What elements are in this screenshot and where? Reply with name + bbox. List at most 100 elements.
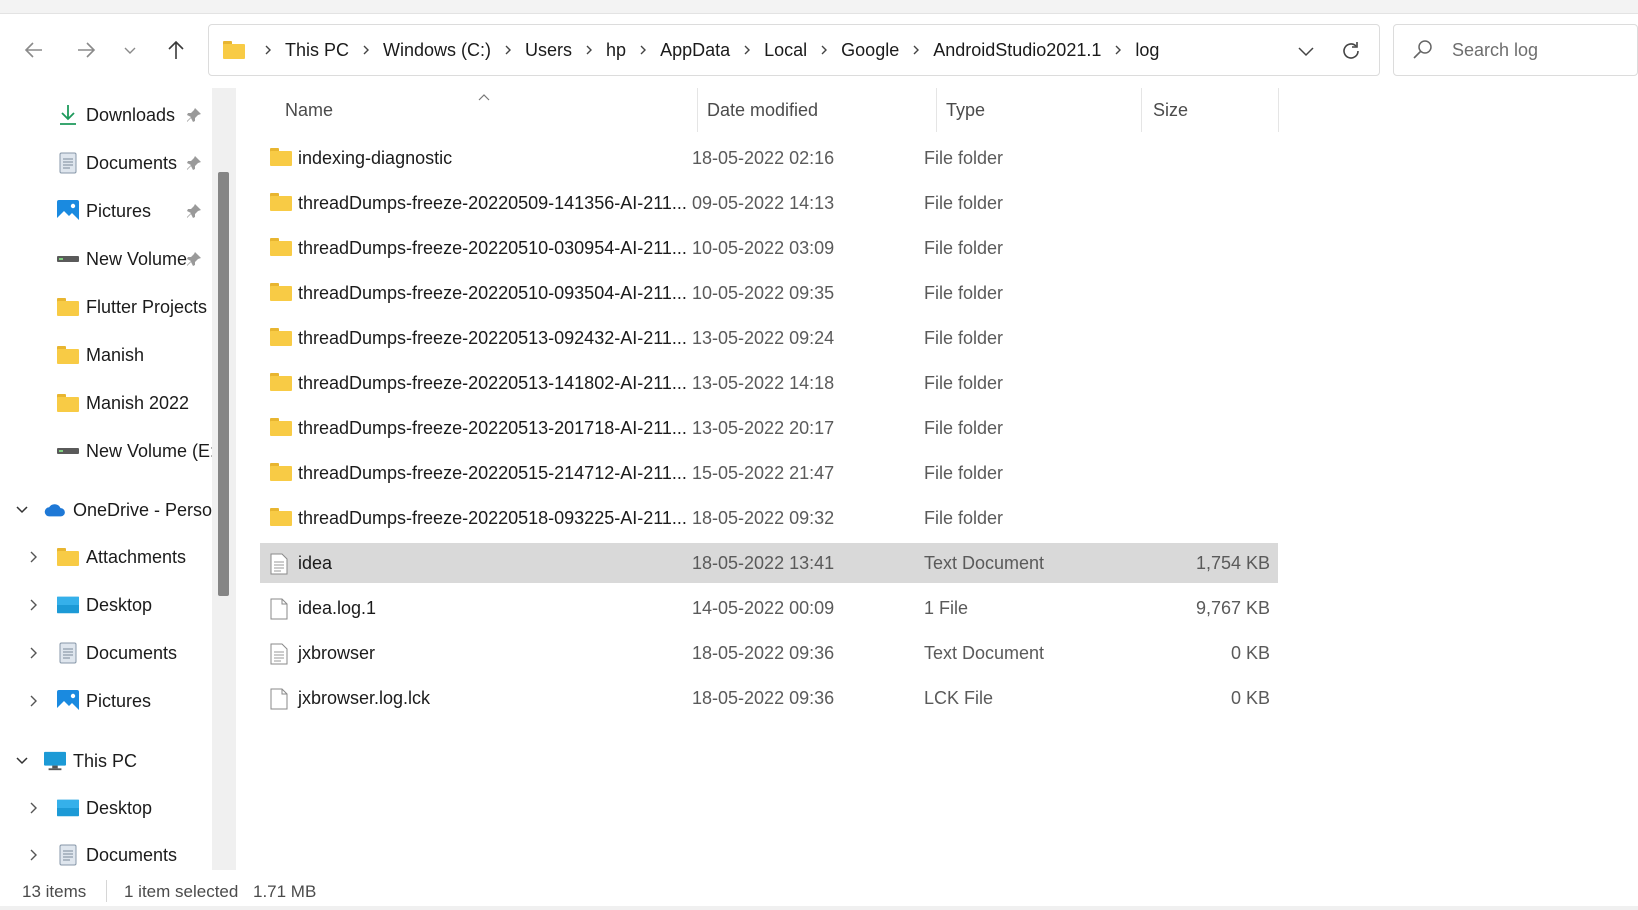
file-date: 18-05-2022 09:36	[692, 687, 835, 708]
sidebar-item-label: New Volume (E:	[86, 440, 212, 461]
sidebar-item-manish[interactable]: Manish	[0, 336, 212, 374]
file-row[interactable]: threadDumps-freeze-20220518-093225-AI-21…	[260, 498, 1278, 538]
download-icon	[57, 104, 79, 126]
file-row[interactable]: threadDumps-freeze-20220509-141356-AI-21…	[260, 183, 1278, 223]
chevron-right-icon[interactable]	[732, 44, 762, 56]
sidebar-item-pictures[interactable]: Pictures	[0, 192, 212, 230]
file-row[interactable]: jxbrowser 18-05-2022 09:36 Text Document 0 …	[260, 633, 1278, 673]
chevron-right-icon[interactable]	[809, 44, 839, 56]
column-divider[interactable]	[1141, 88, 1142, 132]
file-row[interactable]: threadDumps-freeze-20220513-092432-AI-21…	[260, 318, 1278, 358]
column-header-date[interactable]: Date modified	[707, 88, 818, 132]
address-history-button[interactable]	[1293, 38, 1319, 64]
file-row[interactable]: idea.log.1 14-05-2022 00:09 1 File 9,767 KB	[260, 588, 1278, 628]
file-size: 0 KB	[1230, 687, 1270, 708]
chevron-right-icon[interactable]	[574, 44, 604, 56]
address-bar[interactable]: This PC Windows (C:) Users hp AppData Lo…	[208, 24, 1380, 76]
file-row[interactable]: idea 18-05-2022 13:41 Text Document 1,754 K…	[260, 543, 1278, 583]
chevron-right-icon[interactable]	[26, 847, 42, 863]
chevron-right-icon[interactable]	[1103, 44, 1133, 56]
column-header-size[interactable]: Size	[1153, 88, 1188, 132]
sidebar-item-documents[interactable]: Documents	[0, 144, 212, 182]
sidebar-item-onedrive-documents[interactable]: Documents	[0, 634, 212, 672]
arrow-right-icon	[78, 42, 96, 58]
file-date: 15-05-2022 21:47	[692, 462, 835, 483]
breadcrumb-item[interactable]: Windows (C:)	[381, 40, 493, 61]
chevron-right-icon[interactable]	[26, 693, 42, 709]
sidebar-item-label: New Volume	[86, 248, 188, 269]
window-top-edge	[0, 0, 1638, 14]
chevron-down-icon[interactable]	[14, 753, 30, 769]
refresh-icon	[1343, 42, 1359, 59]
sidebar-item-label: This PC	[73, 750, 138, 771]
chevron-right-icon[interactable]	[493, 44, 523, 56]
chevron-right-icon[interactable]	[351, 44, 381, 56]
chevron-right-icon[interactable]	[26, 549, 42, 565]
sidebar-item-pc-documents[interactable]: Documents	[0, 836, 212, 870]
refresh-button[interactable]	[1337, 37, 1365, 65]
column-header-name[interactable]: Name	[285, 88, 333, 132]
file-row[interactable]: threadDumps-freeze-20220515-214712-AI-21…	[260, 453, 1278, 493]
sidebar-item-onedrive-pictures[interactable]: Pictures	[0, 682, 212, 720]
chevron-down-icon[interactable]	[14, 502, 30, 518]
column-divider[interactable]	[1278, 88, 1279, 132]
recent-locations-button[interactable]	[110, 30, 150, 70]
sidebar-item-desktop[interactable]: Desktop	[0, 586, 212, 624]
sidebar-item-manish-2022[interactable]: Manish 2022	[0, 384, 212, 422]
chevron-right-icon[interactable]	[26, 597, 42, 613]
breadcrumb-item[interactable]: Users	[523, 40, 574, 61]
sidebar-item-new-volume-e[interactable]: New Volume (E:	[0, 432, 212, 470]
file-row[interactable]: threadDumps-freeze-20220513-201718-AI-21…	[260, 408, 1278, 448]
sidebar-item-flutter-projects[interactable]: Flutter Projects	[0, 288, 212, 326]
file-date: 13-05-2022 09:24	[692, 327, 835, 348]
chevron-right-icon[interactable]	[901, 44, 931, 56]
scrollbar-thumb[interactable]	[218, 172, 229, 596]
file-name: jxbrowser	[298, 642, 376, 663]
column-header-type[interactable]: Type	[946, 88, 985, 132]
file-name: jxbrowser.log.lck	[298, 687, 431, 708]
breadcrumb-item[interactable]: log	[1133, 40, 1161, 61]
file-type: File folder	[924, 147, 1004, 168]
breadcrumb-item[interactable]: AppData	[658, 40, 732, 61]
up-button[interactable]	[156, 30, 196, 70]
folder-icon	[57, 392, 79, 414]
chevron-right-icon[interactable]	[628, 44, 658, 56]
file-date: 09-05-2022 14:13	[692, 192, 835, 213]
breadcrumb-item[interactable]: This PC	[283, 40, 351, 61]
sidebar-item-new-volume[interactable]: New Volume	[0, 240, 212, 278]
sidebar-item-label: Downloads	[86, 104, 176, 125]
forward-button[interactable]	[66, 30, 106, 70]
chevron-right-icon[interactable]	[26, 800, 42, 816]
sidebar-item-attachments[interactable]: Attachments	[0, 538, 212, 576]
sidebar-item-pc-desktop[interactable]: Desktop	[0, 789, 212, 827]
sidebar-scrollbar[interactable]	[212, 88, 236, 870]
file-row[interactable]: threadDumps-freeze-20220510-030954-AI-21…	[260, 228, 1278, 268]
breadcrumb-item[interactable]: Local	[762, 40, 809, 61]
chevron-right-icon[interactable]	[253, 44, 283, 56]
document-icon	[57, 844, 79, 866]
search-box[interactable]: Search log	[1393, 24, 1638, 76]
file-size: 0 KB	[1230, 642, 1270, 663]
file-name: threadDumps-freeze-20220509-141356-AI-21…	[298, 192, 687, 213]
file-name: idea	[298, 552, 333, 573]
file-row[interactable]: jxbrowser.log.lck 18-05-2022 09:36 LCK Fil…	[260, 678, 1278, 718]
folder-icon	[270, 373, 292, 393]
search-icon	[1412, 39, 1434, 66]
sidebar-item-onedrive[interactable]: OneDrive - Perso	[0, 491, 212, 529]
sidebar-item-downloads[interactable]: Downloads	[0, 96, 212, 134]
sidebar-item-this-pc[interactable]: This PC	[0, 742, 212, 780]
file-type: Text Document	[924, 642, 1045, 663]
breadcrumb-item[interactable]: hp	[604, 40, 628, 61]
breadcrumb-item[interactable]: AndroidStudio2021.1	[931, 40, 1103, 61]
file-row[interactable]: indexing-diagnostic 18-05-2022 02:16 File …	[260, 138, 1278, 178]
chevron-right-icon[interactable]	[26, 645, 42, 661]
file-row[interactable]: threadDumps-freeze-20220510-093504-AI-21…	[260, 273, 1278, 313]
column-divider[interactable]	[936, 88, 937, 132]
breadcrumb-item[interactable]: Google	[839, 40, 901, 61]
search-input[interactable]: Search log	[1452, 40, 1538, 61]
file-name: threadDumps-freeze-20220513-141802-AI-21…	[298, 372, 687, 393]
file-row[interactable]: threadDumps-freeze-20220513-141802-AI-21…	[260, 363, 1278, 403]
file-name: threadDumps-freeze-20220510-093504-AI-21…	[298, 282, 687, 303]
column-divider[interactable]	[697, 88, 698, 132]
back-button[interactable]	[14, 30, 54, 70]
